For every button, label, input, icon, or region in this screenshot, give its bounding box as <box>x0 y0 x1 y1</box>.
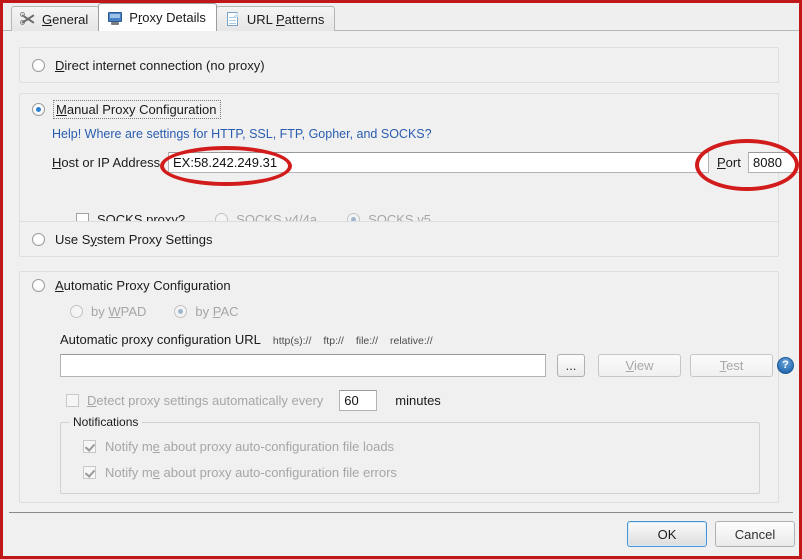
tab-bar: General Proxy Details URL Patterns <box>3 3 799 31</box>
system-proxy-radio[interactable] <box>32 232 45 246</box>
footer-separator <box>9 512 793 513</box>
notify-errors-checkbox[interactable] <box>83 466 96 479</box>
pac-url-hint-https: http(s):// <box>272 335 312 347</box>
direct-connection-radio[interactable] <box>32 58 45 72</box>
pac-url-hint-ftp: ftp:// <box>323 335 344 347</box>
test-button[interactable]: Test <box>690 354 773 377</box>
tab-general[interactable]: General <box>11 6 100 31</box>
host-input-value: EX:58.242.249.31 <box>173 155 278 170</box>
test-button-label: Test <box>719 358 744 373</box>
tab-proxy-details-label: Proxy Details <box>129 10 206 25</box>
pac-url-hint-relative: relative:// <box>390 335 433 347</box>
monitor-icon <box>107 10 123 26</box>
pac-radio[interactable] <box>174 305 188 318</box>
ok-button-label: OK <box>657 526 677 542</box>
ok-button[interactable]: OK <box>627 521 707 547</box>
notifications-title: Notifications <box>69 415 143 429</box>
document-icon <box>225 11 241 27</box>
notify-loads-label: Notify me about proxy auto-configuration… <box>105 439 395 454</box>
port-input-value: 8080 <box>753 155 782 170</box>
system-proxy-label: Use System Proxy Settings <box>55 231 213 247</box>
port-label: Port <box>717 155 741 170</box>
proxy-help-link[interactable]: Help! Where are settings for HTTP, SSL, … <box>52 127 432 141</box>
pac-url-input[interactable] <box>60 354 546 377</box>
question-mark-icon[interactable]: ? <box>777 357 794 374</box>
automatic-proxy-label: Automatic Proxy Configuration <box>55 278 231 293</box>
manual-proxy-label: Manual Proxy Configuration <box>53 100 222 119</box>
manual-proxy-radio[interactable] <box>32 103 45 116</box>
host-input[interactable]: EX:58.242.249.31 <box>168 152 709 173</box>
pac-label: by PAC <box>195 304 239 319</box>
cancel-button-label: Cancel <box>734 526 776 542</box>
wpad-label: by WPAD <box>91 304 147 319</box>
proxy-settings-window: General Proxy Details URL Patterns Direc… <box>0 0 802 559</box>
detect-interval-input[interactable]: 60 <box>339 390 378 411</box>
wpad-radio[interactable] <box>70 305 83 318</box>
detect-units-label: minutes <box>395 393 441 408</box>
browse-button-label: ... <box>565 358 577 373</box>
tools-icon <box>20 11 36 27</box>
pac-url-hint-file: file:// <box>355 335 379 347</box>
tab-proxy-details[interactable]: Proxy Details <box>98 3 217 31</box>
detect-settings-label: Detect proxy settings automatically ever… <box>87 393 324 408</box>
tab-url-patterns[interactable]: URL Patterns <box>215 6 336 31</box>
notify-loads-checkbox[interactable] <box>83 440 96 453</box>
notify-errors-label: Notify me about proxy auto-configuration… <box>105 465 397 480</box>
view-button[interactable]: View <box>598 354 681 377</box>
direct-connection-label: Direct internet connection (no proxy) <box>55 57 265 73</box>
tab-url-patterns-label: URL Patterns <box>246 11 325 27</box>
proxy-details-panel: Direct internet connection (no proxy) Ma… <box>3 31 799 556</box>
pac-url-label: Automatic proxy configuration URL <box>60 332 261 347</box>
detect-settings-checkbox[interactable] <box>66 394 79 407</box>
tab-general-label: General <box>42 11 89 27</box>
direct-connection-section[interactable]: Direct internet connection (no proxy) <box>19 47 779 83</box>
browse-button[interactable]: ... <box>557 354 585 377</box>
system-proxy-section[interactable]: Use System Proxy Settings <box>19 221 779 257</box>
host-label: Host or IP Address <box>52 155 161 170</box>
detect-interval-value: 60 <box>344 393 359 408</box>
automatic-proxy-radio[interactable] <box>32 279 45 292</box>
notifications-group: Notifications Notify me about proxy auto… <box>60 415 760 494</box>
cancel-button[interactable]: Cancel <box>715 521 795 547</box>
automatic-proxy-section: Automatic Proxy Configuration by WPAD by… <box>19 271 794 503</box>
view-button-label: View <box>625 358 654 373</box>
manual-proxy-section: Manual Proxy Configuration Help! Where a… <box>19 93 799 239</box>
port-input[interactable]: 8080 <box>748 152 799 173</box>
